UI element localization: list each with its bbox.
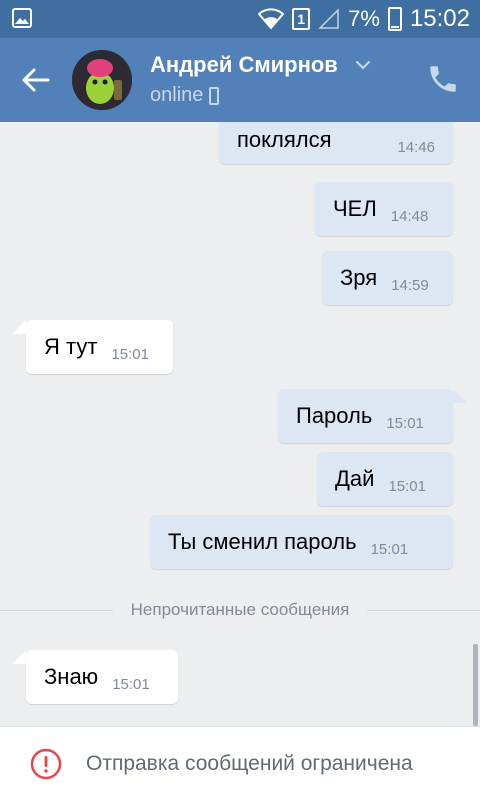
message-text: Зря (340, 265, 378, 290)
message-restriction-bar: Отправка сообщений ограничена (0, 726, 480, 800)
bubble-tail (12, 650, 26, 664)
back-button[interactable] (18, 62, 54, 98)
message-time: 14:59 (391, 276, 429, 294)
message-text: Пароль (296, 403, 373, 428)
unread-separator: Непрочитанные сообщения (0, 592, 480, 628)
message-text: Дай (335, 466, 375, 491)
message-outgoing[interactable]: ЧЕЛ 14:48 (315, 182, 453, 236)
message-outgoing[interactable]: поклялся 14:46 (219, 122, 453, 164)
image-icon (12, 8, 32, 28)
message-outgoing[interactable]: Пароль 15:01 (278, 389, 453, 443)
message-time: 15:01 (386, 414, 424, 432)
back-arrow-icon (22, 68, 50, 92)
chat-header: Андрей Смирнов online (0, 38, 480, 122)
message-text: поклялся (237, 127, 332, 152)
scrollbar[interactable] (473, 644, 478, 726)
phone-icon[interactable] (426, 62, 460, 96)
message-time: 15:01 (370, 540, 409, 558)
battery-icon (387, 7, 402, 31)
chevron-down-icon[interactable] (354, 58, 372, 72)
restriction-text: Отправка сообщений ограничена (86, 751, 413, 775)
status-text: online (150, 84, 204, 106)
mobile-icon (209, 86, 220, 105)
bubble-tail (12, 320, 26, 334)
message-text: Я тут (44, 334, 98, 359)
message-outgoing[interactable]: Дай 15:01 (317, 452, 453, 506)
message-time: 15:01 (111, 345, 149, 363)
message-text: Ты сменил пароль (168, 529, 357, 554)
message-outgoing[interactable]: Зря 14:59 (322, 251, 453, 305)
bubble-tail (453, 389, 467, 403)
divider (367, 609, 480, 611)
message-text: ЧЕЛ (333, 196, 377, 221)
message-outgoing[interactable]: Ты сменил пароль 15:01 (150, 515, 453, 569)
sim-icon: 1 (292, 8, 311, 30)
message-time: 15:01 (112, 675, 150, 693)
message-incoming[interactable]: Знаю 15:01 (26, 650, 178, 704)
signal-icon (318, 8, 339, 29)
unread-label: Непрочитанные сообщения (130, 600, 350, 619)
divider (0, 609, 113, 611)
contact-name[interactable]: Андрей Смирнов (150, 52, 338, 78)
message-time: 14:48 (390, 207, 429, 225)
contact-status: online (150, 84, 220, 107)
status-time: 15:02 (409, 5, 470, 32)
status-bar: 1 7% 15:02 (0, 0, 480, 38)
battery-level: 7% (348, 6, 380, 31)
message-list[interactable]: поклялся 14:46 ЧЕЛ 14:48 Зря 14:59 Я тут… (0, 122, 480, 726)
alert-circle-icon (30, 748, 62, 779)
message-incoming[interactable]: Я тут 15:01 (26, 320, 173, 374)
message-time: 15:01 (388, 477, 426, 495)
message-time: 14:46 (397, 138, 435, 156)
avatar[interactable] (72, 50, 132, 110)
message-text: Знаю (44, 664, 99, 689)
wifi-icon (258, 8, 285, 30)
